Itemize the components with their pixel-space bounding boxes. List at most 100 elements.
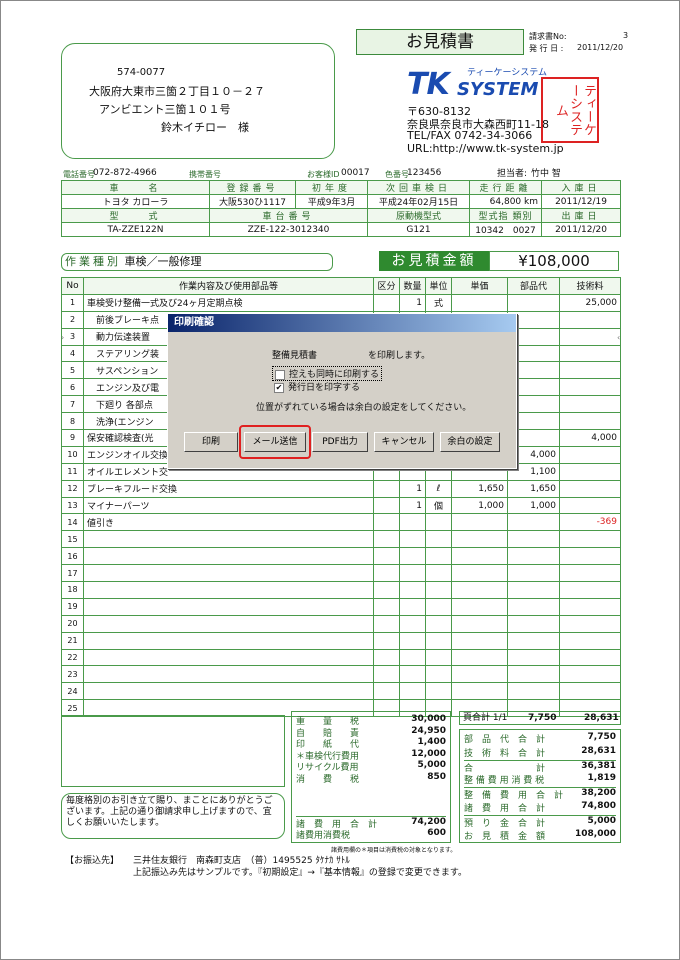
vehicle-value-cell: 10342 0027 xyxy=(469,222,542,237)
vehicle-header-cell: 原動機型式 xyxy=(367,208,470,223)
line-no-cell: 5 xyxy=(61,361,84,380)
staff-name: 竹中 智 xyxy=(531,169,561,179)
vehicle-header-cell: 車台番号 xyxy=(209,208,368,223)
line-unit-cell xyxy=(425,614,452,633)
line-unit-cell xyxy=(425,513,452,532)
staff-label: 担当者: xyxy=(497,169,528,179)
summary-row: 自 賠 責 24,950 xyxy=(296,726,446,739)
checkbox-checked-icon[interactable]: ✔ xyxy=(274,382,284,393)
mobile-label: 携帯番号 xyxy=(189,170,221,179)
line-no-cell: 4 xyxy=(61,344,84,363)
line-no-cell: 10 xyxy=(61,445,84,464)
table-row: 24 xyxy=(61,682,621,701)
line-price-cell xyxy=(451,682,508,701)
line-desc-cell xyxy=(83,614,374,633)
color-value: 123456 xyxy=(407,168,442,178)
line-desc-cell: 値引き xyxy=(83,513,374,532)
table-row: 16 xyxy=(61,547,621,566)
customer-name: 鈴木イチロー 様 xyxy=(161,121,249,134)
copy-checkbox[interactable]: 控えも同時に印刷する xyxy=(272,366,383,381)
page-subtotal-parts: 7,750 xyxy=(528,713,557,723)
col-header: 単位 xyxy=(425,277,452,295)
line-no-cell: 12 xyxy=(61,479,84,498)
line-qty-cell xyxy=(399,564,426,583)
dialog-note: 位置がずれている場合は余白の設定をしてください。 xyxy=(256,403,472,413)
line-price-cell xyxy=(451,530,508,549)
vehicle-value-cell: 2011/12/19 xyxy=(541,194,621,209)
vehicle-header-cell: 入庫日 xyxy=(541,180,621,195)
line-qty-cell xyxy=(399,631,426,650)
vehicle-header-cell: 型 式 xyxy=(61,208,210,223)
vehicle-value-cell: 2011/12/20 xyxy=(541,222,621,237)
summary-value: 30,000 xyxy=(411,714,446,724)
line-price-cell xyxy=(451,513,508,532)
issue-date-checkbox-label: 発行日を印字する xyxy=(288,383,361,393)
line-tech-cell xyxy=(559,530,621,549)
line-tech-cell xyxy=(559,547,621,566)
customer-id: 00017 xyxy=(341,168,370,178)
summary-label: 技 術 料 合 計 xyxy=(464,748,546,759)
pdf-export-button[interactable]: PDF出力 xyxy=(312,432,368,452)
company-logo-tk: TK xyxy=(407,67,450,102)
summary-row: 諸 費 用 合 計 74,200 xyxy=(296,816,446,830)
line-qty-cell xyxy=(399,597,426,616)
summary-value: 1,819 xyxy=(587,773,616,784)
line-tech-cell xyxy=(559,462,621,481)
summary-value: 108,000 xyxy=(575,828,616,839)
line-price-cell xyxy=(451,581,508,599)
summary-value: 5,000 xyxy=(587,815,616,826)
cancel-button[interactable]: キャンセル xyxy=(374,432,434,452)
issue-date-checkbox[interactable]: ✔ 発行日を印字する xyxy=(274,380,360,393)
print-button[interactable]: 印刷 xyxy=(184,432,238,452)
summary-label: お 見 積 金 額 xyxy=(464,831,546,842)
vehicle-info-table: 車 名 登録番号 初年度 次回車検日 走行距離 入庫日 トヨタ カローラ 大阪5… xyxy=(61,180,621,237)
line-tech-cell xyxy=(559,412,621,431)
company-logo-kana: ティーケーシステム xyxy=(467,68,548,78)
line-tech-cell: 4,000 xyxy=(559,429,621,447)
line-price-cell xyxy=(451,547,508,566)
table-row: 22 xyxy=(61,648,621,667)
print-confirm-dialog[interactable]: 印刷確認 整備見積書 を印刷します。 控えも同時に印刷する ✔ 発行日を印字する … xyxy=(167,313,517,469)
summary-value: 38,200 xyxy=(581,788,616,799)
line-tech-cell xyxy=(559,344,621,363)
line-unit-cell xyxy=(425,564,452,583)
company-logo-system: SYSTEM xyxy=(457,79,539,100)
dialog-title[interactable]: 印刷確認 xyxy=(168,314,516,332)
line-parts-cell xyxy=(507,564,560,583)
summary-row: 印 紙 代 1,400 xyxy=(296,737,446,750)
col-header: 部品代 xyxy=(507,277,560,295)
table-row: 13 マイナーパーツ 1 個 1,000 1,000 xyxy=(61,496,621,515)
bank-note: 上記振込み先はサンプルです。『初期設定』→『基本情報』の登録で変更できます。 xyxy=(133,868,467,878)
line-price-cell xyxy=(451,564,508,583)
line-qty-cell xyxy=(399,581,426,599)
line-no-cell: 8 xyxy=(61,412,84,431)
line-no-cell: 6 xyxy=(61,378,84,397)
vehicle-value-cell: 平成24年02月15日 xyxy=(367,194,470,209)
line-desc-cell xyxy=(83,597,374,616)
vehicle-value-row-1: トヨタ カローラ 大阪530ひ1117 平成9年3月 平成24年02月15日 6… xyxy=(61,194,621,209)
vehicle-header-cell: 類別 xyxy=(512,212,533,222)
table-row: 21 xyxy=(61,631,621,650)
line-kubun-cell xyxy=(373,513,400,532)
company-tel: TEL/FAX 0742-34-3066 xyxy=(407,129,533,142)
col-header: 区分 xyxy=(373,277,400,295)
line-price-cell xyxy=(451,631,508,650)
vehicle-value-cell: 平成9年3月 xyxy=(295,194,368,209)
table-row: 17 xyxy=(61,564,621,583)
invoice-no-label: 請求書No: xyxy=(529,32,567,41)
right-marker-icon: ‹ xyxy=(617,333,621,342)
vehicle-header-cell: 型式指 xyxy=(478,212,509,222)
table-row: 14 値引き -369 xyxy=(61,513,621,532)
table-row: 18 xyxy=(61,581,621,599)
line-parts-cell xyxy=(507,547,560,566)
line-parts-cell xyxy=(507,581,560,599)
checkbox-empty-icon[interactable] xyxy=(275,369,285,380)
table-row: 23 xyxy=(61,665,621,684)
page-subtotal-tech: 28,631 xyxy=(584,713,619,723)
summary-value: 7,750 xyxy=(587,732,616,742)
margin-settings-button[interactable]: 余白の設定 xyxy=(440,432,500,452)
line-tech-cell: -369 xyxy=(559,513,621,532)
estimate-document: お見積書 請求書No: 3 発 行 日 : 2011/12/20 574-007… xyxy=(0,0,680,960)
summary-value: 600 xyxy=(427,828,446,838)
line-desc-cell xyxy=(83,682,374,701)
